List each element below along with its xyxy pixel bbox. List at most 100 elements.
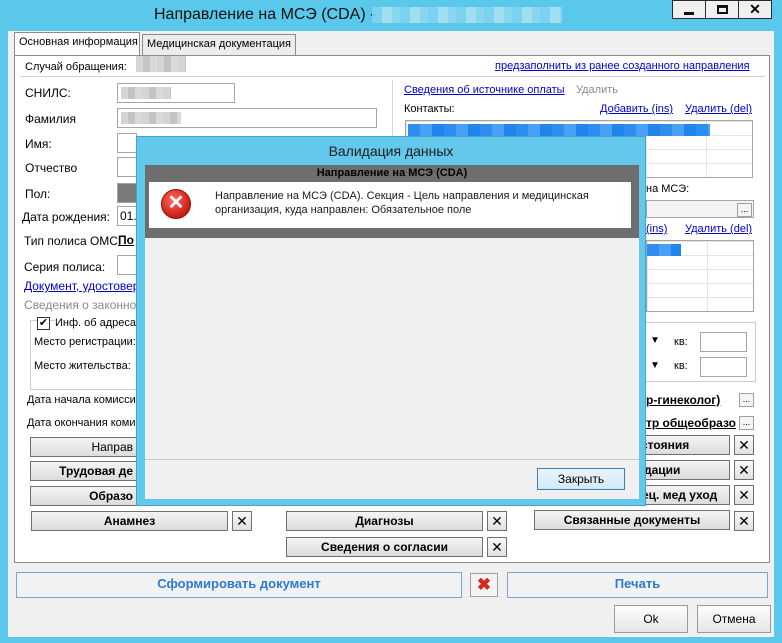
patronymic-field[interactable] [117,157,137,177]
main-window: Направление на МСЭ (CDA) - ✕ Основная ин… [0,0,782,643]
redacted-title-part [372,7,562,23]
second-table[interactable] [646,240,754,312]
delete-document-button[interactable]: ✖ [470,573,498,597]
case-value-redacted [136,56,186,72]
consent-remove-button[interactable]: ✕ [487,537,507,557]
maximize-button[interactable] [705,0,739,19]
dialog-body: Направление на МСЭ (CDA) ✕ Направление н… [145,165,639,499]
cancel-button[interactable]: Отмена [697,605,771,633]
payment-delete-link: Удалить [576,84,618,96]
specialist-ellipsis-1[interactable]: ... [739,393,754,407]
related-docs-remove-button[interactable]: ✕ [734,511,754,531]
address-checkbox-label: Инф. об адреса [55,317,139,329]
close-icon: ✕ [738,437,750,453]
policy-series-label: Серия полиса: [24,260,106,274]
policy-type-value[interactable]: По [118,233,134,247]
care-remove-button[interactable]: ✕ [734,485,754,505]
snils-label: СНИЛС: [25,86,71,100]
generate-document-button[interactable]: Сформировать документ [16,572,462,598]
specialist-general-partial[interactable]: тр общеобразо [646,416,736,430]
contacts-delete-link[interactable]: Удалить (del) [685,103,752,115]
patronymic-label: Отчество [25,161,78,175]
residence-combo-arrow[interactable]: ▼ [647,357,663,375]
delete-link-2[interactable]: Удалить (del) [685,223,752,235]
consent-button[interactable]: Сведения о согласии [286,537,483,557]
contacts-row-selected[interactable] [408,124,710,136]
ins-link-partial[interactable]: (ins) [646,223,667,235]
specialist-gynecologist-partial[interactable]: р-гинеколог) [646,393,720,407]
name-label: Имя: [25,137,52,151]
close-icon: ✕ [738,462,750,478]
policy-series-field[interactable] [117,255,137,275]
contacts-label: Контакты: [404,103,455,115]
chevron-down-icon: ▼ [650,360,660,371]
ok-button[interactable]: Ok [614,605,688,633]
dialog-title: Валидация данных [328,143,454,159]
gender-label: Пол: [25,187,51,201]
close-icon: ✕ [738,487,750,503]
validation-dialog: Валидация данных Направление на МСЭ (CDA… [136,136,646,506]
diagnoses-button[interactable]: Диагнозы [286,511,483,531]
maximize-icon [716,5,728,14]
close-icon: ✕ [236,513,248,529]
policy-type-label: Тип полиса ОМС: [24,234,122,248]
apartment-label-2: кв: [674,360,688,372]
recommendations-remove-button[interactable]: ✕ [734,460,754,480]
registration-label: Место регистрации: [34,336,136,348]
apartment-field-2[interactable] [700,357,747,377]
minimize-icon [684,12,694,15]
print-button[interactable]: Печать [507,572,768,598]
specialist-ellipsis-2[interactable]: ... [739,416,754,430]
related-docs-button[interactable]: Связанные документы [534,510,730,530]
address-checkbox[interactable]: ✔ [37,317,50,330]
surname-field[interactable] [117,108,377,128]
payment-source-link[interactable]: Сведения об источнике оплаты [404,84,565,96]
condition-remove-button[interactable]: ✕ [734,435,754,455]
section-referral-button[interactable]: Направ [30,437,138,457]
dialog-close-button[interactable]: Закрыть [537,468,625,490]
close-window-button[interactable]: ✕ [738,0,772,19]
minimize-button[interactable] [672,0,706,19]
commission-end-label: Дата окончания коми [27,417,136,429]
close-icon: ✕ [738,513,750,529]
identity-doc-link[interactable]: Документ, удостовер [24,279,139,293]
tab-medical-docs[interactable]: Медицинская документация [142,34,296,55]
tab-main-info[interactable]: Основная информация [14,32,140,55]
birthdate-field[interactable]: 01. [117,206,137,226]
gender-combo[interactable] [117,183,137,203]
message-group: Направление на МСЭ (CDA) ✕ Направление н… [145,165,639,238]
close-icon: ✕ [749,1,761,17]
close-icon: ✕ [491,513,503,529]
title-bar[interactable]: Направление на МСЭ (CDA) - ✕ [0,0,782,30]
snils-field[interactable] [117,83,235,103]
name-field[interactable] [117,133,137,153]
dialog-divider [145,459,639,460]
message-header: Направление на МСЭ (CDA) [316,167,468,179]
residence-label: Место жительства: [34,360,131,372]
apartment-label-1: кв: [674,336,688,348]
legal-rep-label: Сведения о законном [24,298,145,312]
chevron-down-icon: ▼ [650,335,660,346]
case-label: Случай обращения: [25,61,127,73]
address-group [30,320,138,390]
anamnesis-button[interactable]: Анамнез [31,511,228,531]
contacts-add-link[interactable]: Добавить (ins) [600,103,673,115]
apartment-field-1[interactable] [700,332,747,352]
registration-combo-arrow[interactable]: ▼ [647,332,663,350]
prefill-link[interactable]: предзаполнить из ранее созданного направ… [495,60,750,72]
error-icon: ✕ [161,189,191,219]
surname-label: Фамилия [25,112,76,126]
window-title: Направление на МСЭ (CDA) - [154,6,376,23]
close-icon: ✕ [491,539,503,555]
section-education-button[interactable]: Образо [30,486,138,506]
birthdate-value: 01. [120,209,137,223]
mse-ellipsis-button[interactable]: ... [737,203,752,217]
diagnoses-remove-button[interactable]: ✕ [487,511,507,531]
commission-start-label: Дата начала комисси [27,394,136,406]
delete-icon: ✖ [476,575,492,594]
mse-label-partial: на МСЭ: [646,183,690,195]
anamnesis-remove-button[interactable]: ✕ [232,511,252,531]
message-panel: ✕ Направление на МСЭ (CDA). Секция - Цел… [149,182,631,228]
second-table-selected[interactable] [647,244,681,256]
section-work-button[interactable]: Трудовая де [30,461,138,481]
